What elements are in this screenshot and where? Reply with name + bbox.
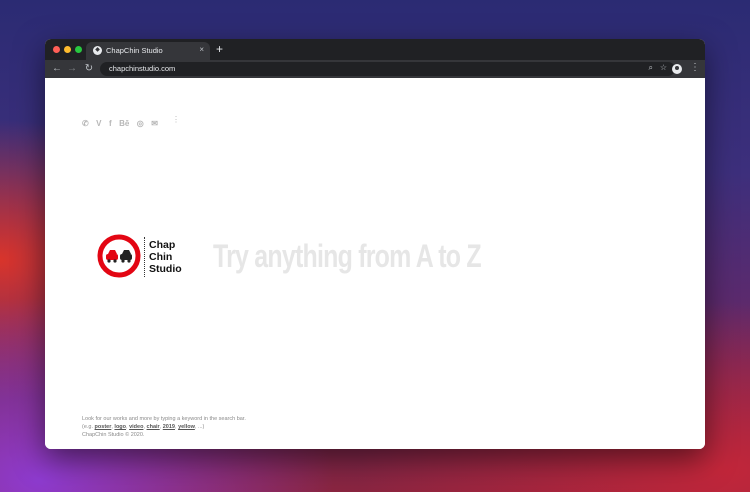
browser-menu-icon[interactable]: ⋮ [690,62,700,73]
brand-line-3: Studio [149,263,182,275]
bookmark-star-icon[interactable]: ☆ [660,63,667,72]
keyword-link[interactable]: video [129,424,143,430]
new-tab-button[interactable]: + [216,42,223,56]
keyword-link[interactable]: poster [95,424,112,430]
footer-instruction: Look for our works and more by typing a … [82,416,246,422]
close-window-button[interactable] [53,46,60,53]
back-arrow-icon[interactable]: ← [51,62,63,76]
vimeo-icon[interactable]: V [96,119,101,128]
logo-divider [144,237,145,277]
browser-window: ◆ ChapChin Studio × + ← → ↻ chapchinstud… [45,39,705,449]
copyright: ChapChin Studio © 2020. [82,432,145,438]
tab-title: ChapChin Studio [106,46,163,55]
keyword-link[interactable]: yellow [178,424,195,430]
favicon-icon: ◆ [93,46,102,55]
keyword-link[interactable]: 2019 [163,424,175,430]
footer-text: Look for our works and more by typing a … [82,415,246,439]
instagram-icon[interactable]: ◎ [137,119,144,128]
tab-chapchin-studio[interactable]: ◆ ChapChin Studio × [86,42,210,60]
minimize-window-button[interactable] [64,46,71,53]
footer-examples: (e.g. poster, logo, video, chair, 2019, … [82,424,205,430]
keyword-link[interactable]: logo [114,424,126,430]
brand-name: Chap Chin Studio [149,239,182,275]
page-content: ✆ V f Bē ◎ ✉ ⋮ Chap Chin Studio Try anyt… [45,78,705,449]
more-menu-icon[interactable]: ⋮ [172,115,180,124]
address-bar[interactable]: chapchinstudio.com ⌕ ☆ [100,62,675,76]
brand-line-1: Chap [149,239,176,251]
social-links: ✆ V f Bē ◎ ✉ [82,115,161,128]
url-text[interactable]: chapchinstudio.com [109,64,175,73]
browser-toolbar: ← → ↻ chapchinstudio.com ⌕ ☆ ⋮ [45,60,705,78]
brand-line-2: Chin [149,251,173,263]
reload-icon[interactable]: ↻ [83,62,95,76]
maximize-window-button[interactable] [75,46,82,53]
chapchin-logo[interactable] [97,234,141,278]
keyword-link[interactable]: chair [147,424,160,430]
profile-avatar-icon[interactable] [672,64,682,74]
mail-icon[interactable]: ✉ [151,119,158,128]
forward-arrow-icon[interactable]: → [66,62,78,76]
zoom-icon[interactable]: ⌕ [649,63,653,73]
phone-icon[interactable]: ✆ [82,119,89,128]
facebook-icon[interactable]: f [109,119,112,128]
tab-close-icon[interactable]: × [199,45,204,54]
behance-icon[interactable]: Bē [119,119,129,128]
tab-bar: ◆ ChapChin Studio × + [45,39,705,60]
search-prompt[interactable]: Try anything from A to Z [213,238,482,275]
